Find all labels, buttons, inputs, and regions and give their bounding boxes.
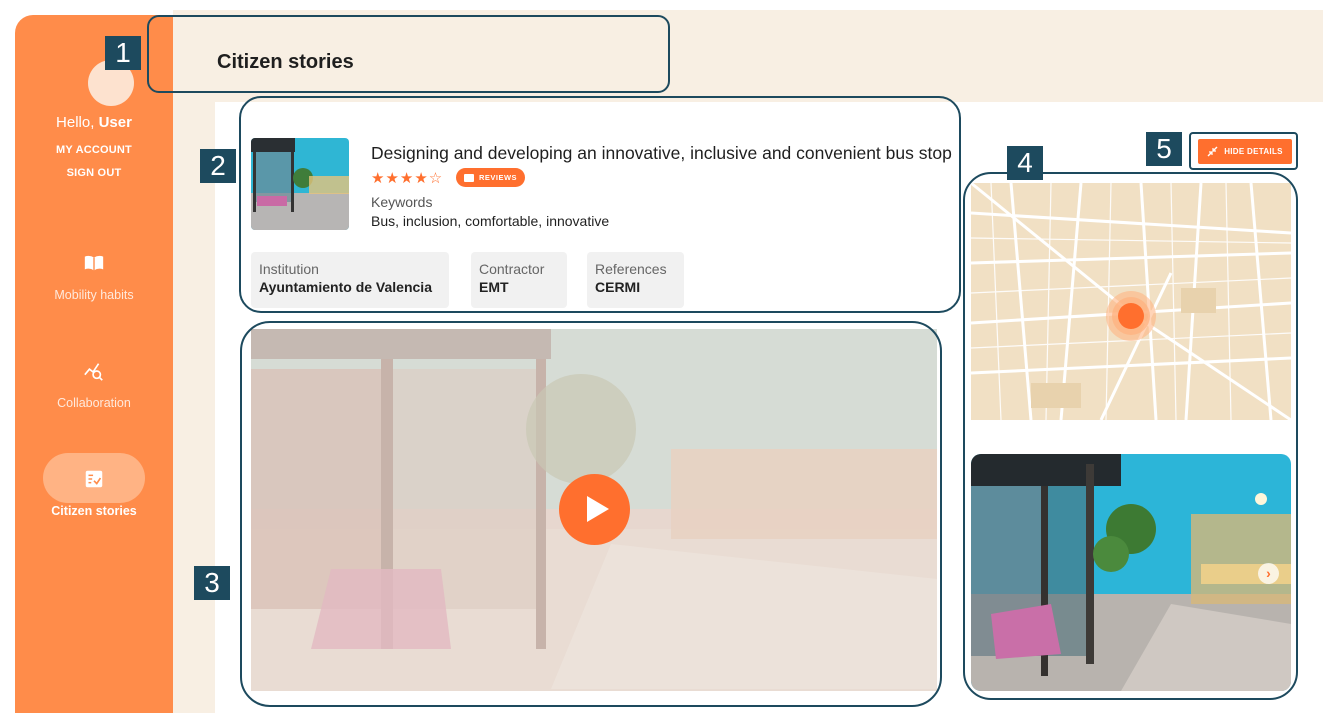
sidebar: Hello, User MY ACCOUNT SIGN OUT Mobility…	[15, 15, 173, 713]
book-icon	[84, 255, 104, 271]
sign-out-link[interactable]: SIGN OUT	[15, 167, 173, 179]
nav-label-mobility-habits: Mobility habits	[54, 288, 134, 302]
callout-number-1: 1	[105, 36, 141, 70]
nav-label-collaboration: Collaboration	[57, 396, 131, 410]
chart-search-icon	[84, 363, 103, 381]
user-name: User	[98, 114, 132, 131]
app-root: Hello, User MY ACCOUNT SIGN OUT Mobility…	[0, 0, 1323, 713]
callout-box-5	[1189, 132, 1298, 170]
callout-box-1	[147, 15, 670, 93]
nav-item-citizen-stories[interactable]: Citizen stories	[15, 468, 173, 518]
callout-number-2: 2	[200, 149, 236, 183]
my-account-link[interactable]: MY ACCOUNT	[15, 144, 173, 156]
nav-item-mobility-habits[interactable]: Mobility habits	[15, 252, 173, 302]
callout-number-5: 5	[1146, 132, 1182, 166]
greeting-text: Hello,	[56, 114, 95, 131]
checklist-icon	[85, 470, 103, 488]
callout-box-3	[240, 321, 942, 707]
callout-box-2	[239, 96, 961, 313]
callout-number-4: 4	[1007, 146, 1043, 180]
callout-number-3: 3	[194, 566, 230, 600]
nav-item-collaboration[interactable]: Collaboration	[15, 360, 173, 410]
callout-box-4	[963, 172, 1298, 700]
content-gutter	[173, 102, 215, 713]
nav-label-citizen-stories: Citizen stories	[51, 504, 137, 518]
greeting: Hello, User	[15, 114, 173, 131]
